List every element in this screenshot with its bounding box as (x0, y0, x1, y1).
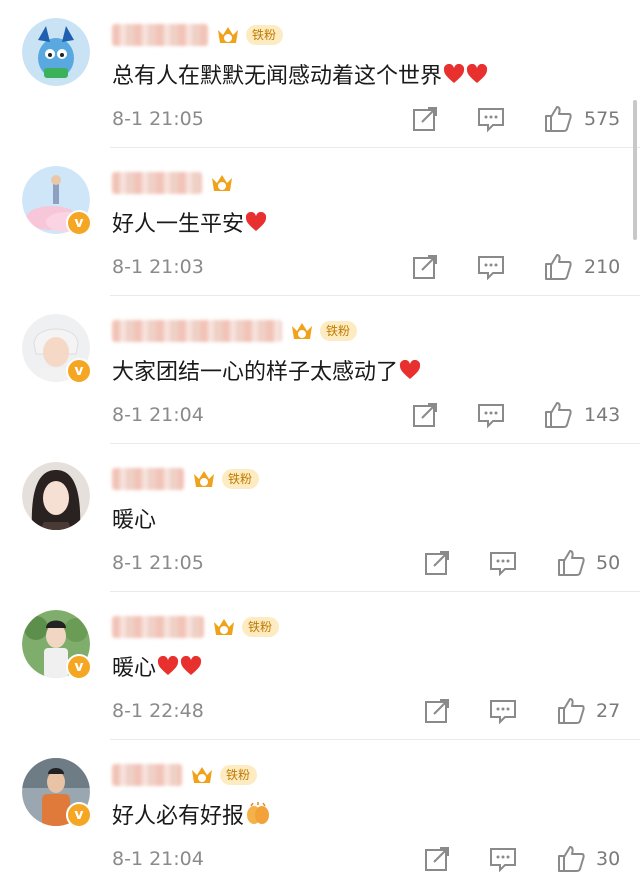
reply-icon[interactable] (476, 104, 506, 134)
comment-item[interactable]: 铁粉 暖心 8-1 21:05 50 (0, 444, 640, 592)
comment-item[interactable]: v 好人一生平安 8-1 21:03 210 (0, 148, 640, 296)
comment-time: 8-1 21:04 (112, 848, 204, 870)
username-blurred[interactable] (112, 616, 204, 638)
heart-icon (466, 64, 488, 83)
reply-icon[interactable] (488, 548, 518, 578)
heart-icon (157, 656, 179, 675)
comment-time: 8-1 22:48 (112, 700, 204, 722)
comment-item[interactable]: v 铁粉 暖心 8-1 22:48 27 (0, 592, 640, 740)
username-blurred[interactable] (112, 24, 208, 46)
fan-badge: 铁粉 (242, 617, 280, 637)
like-count: 30 (596, 848, 621, 870)
comment-text: 大家团结一心的样子太感动了 (112, 360, 399, 385)
comment-text-row: 暖心 (112, 650, 202, 682)
reply-icon[interactable] (488, 844, 518, 874)
verified-badge-icon: v (66, 358, 92, 384)
comment-item[interactable]: v 铁粉 大家团结一心的样子太感动了 8-1 21:04 143 (0, 296, 640, 444)
username-blurred[interactable] (112, 172, 202, 194)
like-count: 50 (596, 552, 621, 574)
comment-text-row: 好人必有好报 (112, 798, 271, 830)
avatar[interactable] (22, 18, 90, 86)
fan-badge: 铁粉 (222, 469, 260, 489)
username-blurred[interactable] (112, 764, 182, 786)
heart-icon (180, 656, 202, 675)
level-crown-icon (192, 767, 212, 783)
like-icon[interactable] (543, 252, 573, 282)
level-crown-icon (212, 175, 232, 191)
comment-list: 铁粉 总有人在默默无闻感动着这个世界 8-1 21:05 575 v 好人一生平… (0, 0, 640, 888)
like-count: 143 (584, 404, 621, 426)
level-crown-icon (218, 27, 238, 43)
like-icon[interactable] (543, 104, 573, 134)
verified-badge-icon: v (66, 210, 92, 236)
heart-icon (399, 360, 421, 379)
comment-text-row: 大家团结一心的样子太感动了 (112, 354, 421, 386)
clap-hands-icon (247, 802, 270, 824)
like-icon[interactable] (556, 844, 586, 874)
comment-time: 8-1 21:04 (112, 404, 204, 426)
heart-icon (245, 212, 267, 231)
reply-icon[interactable] (488, 696, 518, 726)
comment-time: 8-1 21:03 (112, 256, 204, 278)
comment-item[interactable]: 铁粉 总有人在默默无闻感动着这个世界 8-1 21:05 575 (0, 0, 640, 148)
share-icon[interactable] (410, 104, 440, 134)
like-count: 27 (596, 700, 621, 722)
verified-badge-icon: v (66, 654, 92, 680)
reply-icon[interactable] (476, 400, 506, 430)
level-crown-icon (194, 471, 214, 487)
comment-time: 8-1 21:05 (112, 552, 204, 574)
comment-text: 暖心 (112, 508, 157, 533)
comment-text: 好人一生平安 (112, 212, 245, 237)
comment-text: 总有人在默默无闻感动着这个世界 (112, 64, 443, 89)
comment-text: 暖心 (112, 656, 157, 681)
share-icon[interactable] (422, 844, 452, 874)
avatar[interactable] (22, 462, 90, 530)
comment-item[interactable]: v 铁粉 好人必有好报 8-1 21:04 30 (0, 740, 640, 888)
heart-icon (443, 64, 465, 83)
username-blurred[interactable] (112, 468, 184, 490)
fan-badge: 铁粉 (320, 321, 358, 341)
like-icon[interactable] (543, 400, 573, 430)
share-icon[interactable] (422, 696, 452, 726)
comment-time: 8-1 21:05 (112, 108, 204, 130)
share-icon[interactable] (422, 548, 452, 578)
comment-text-row: 好人一生平安 (112, 206, 267, 238)
like-icon[interactable] (556, 696, 586, 726)
like-icon[interactable] (556, 548, 586, 578)
comment-text: 好人必有好报 (112, 804, 245, 829)
reply-icon[interactable] (476, 252, 506, 282)
like-count: 575 (584, 108, 621, 130)
fan-badge: 铁粉 (220, 765, 258, 785)
username-blurred[interactable] (112, 320, 282, 342)
comment-text-row: 总有人在默默无闻感动着这个世界 (112, 58, 488, 90)
scrollbar[interactable] (633, 100, 637, 240)
level-crown-icon (292, 323, 312, 339)
level-crown-icon (214, 619, 234, 635)
share-icon[interactable] (410, 400, 440, 430)
fan-badge: 铁粉 (246, 25, 284, 45)
share-icon[interactable] (410, 252, 440, 282)
verified-badge-icon: v (66, 802, 92, 828)
comment-text-row: 暖心 (112, 502, 156, 534)
like-count: 210 (584, 256, 621, 278)
